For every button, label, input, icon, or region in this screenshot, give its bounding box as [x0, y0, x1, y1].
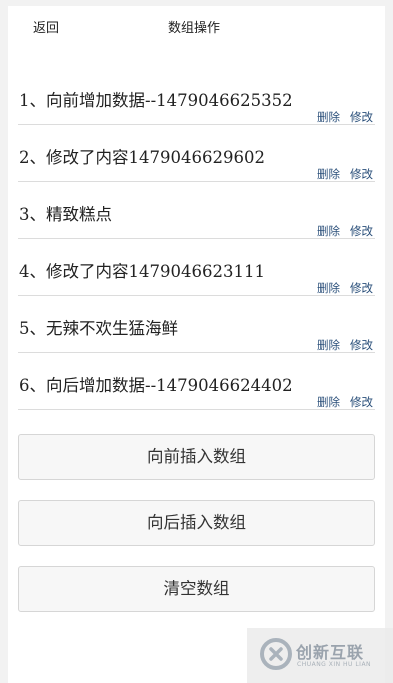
app-frame: 返回 数组操作 1、向前增加数据--1479046625352 删除 修改 2、修…: [0, 0, 393, 683]
brand-watermark: 创新互联 CHUANG XIN HU LIAN: [247, 628, 393, 683]
page-title: 数组操作: [168, 21, 221, 36]
delete-button[interactable]: 删除: [317, 224, 340, 238]
list-item-text: 4、修改了内容1479046623111: [19, 262, 265, 281]
delete-button[interactable]: 删除: [317, 167, 340, 181]
list-item-actions: 删除 修改: [317, 337, 373, 353]
clear-array-button[interactable]: 清空数组: [18, 566, 375, 612]
edit-button[interactable]: 修改: [350, 281, 373, 295]
edit-button[interactable]: 修改: [350, 110, 373, 124]
list-item: 6、向后增加数据--1479046624402 删除 修改: [18, 353, 375, 410]
delete-button[interactable]: 删除: [317, 110, 340, 124]
delete-button[interactable]: 删除: [317, 395, 340, 409]
list-item-actions: 删除 修改: [317, 280, 373, 296]
prepend-array-button[interactable]: 向前插入数组: [18, 434, 375, 480]
list-item: 1、向前增加数据--1479046625352 删除 修改: [18, 63, 375, 125]
brand-name-cn: 创新互联: [296, 643, 365, 662]
list-item-actions: 删除 修改: [317, 109, 373, 125]
list-item-text: 5、无辣不欢生猛海鲜: [19, 319, 178, 338]
list-item-text: 6、向后增加数据--1479046624402: [19, 376, 293, 395]
item-list: 1、向前增加数据--1479046625352 删除 修改 2、修改了内容1479…: [18, 63, 375, 410]
delete-button[interactable]: 删除: [317, 281, 340, 295]
brand-logo-icon: [260, 638, 292, 670]
edit-button[interactable]: 修改: [350, 224, 373, 238]
header-bar: 返回 数组操作: [8, 6, 385, 46]
list-item-actions: 删除 修改: [317, 166, 373, 182]
list-item: 3、精致糕点 删除 修改: [18, 182, 375, 239]
list-item: 5、无辣不欢生猛海鲜 删除 修改: [18, 296, 375, 353]
delete-button[interactable]: 删除: [317, 338, 340, 352]
append-array-button[interactable]: 向后插入数组: [18, 500, 375, 546]
list-item: 2、修改了内容1479046629602 删除 修改: [18, 125, 375, 182]
content-panel: 返回 数组操作 1、向前增加数据--1479046625352 删除 修改 2、修…: [8, 6, 385, 683]
edit-button[interactable]: 修改: [350, 167, 373, 181]
list-item: 4、修改了内容1479046623111 删除 修改: [18, 239, 375, 296]
list-item-text: 2、修改了内容1479046629602: [19, 148, 265, 167]
list-item-text: 1、向前增加数据--1479046625352: [19, 91, 293, 110]
list-item-actions: 删除 修改: [317, 223, 373, 239]
edit-button[interactable]: 修改: [350, 338, 373, 352]
list-item-actions: 删除 修改: [317, 394, 373, 410]
back-button[interactable]: 返回: [33, 17, 59, 36]
list-item-text: 3、精致糕点: [19, 205, 112, 224]
edit-button[interactable]: 修改: [350, 395, 373, 409]
brand-name-en: CHUANG XIN HU LIAN: [297, 661, 372, 668]
